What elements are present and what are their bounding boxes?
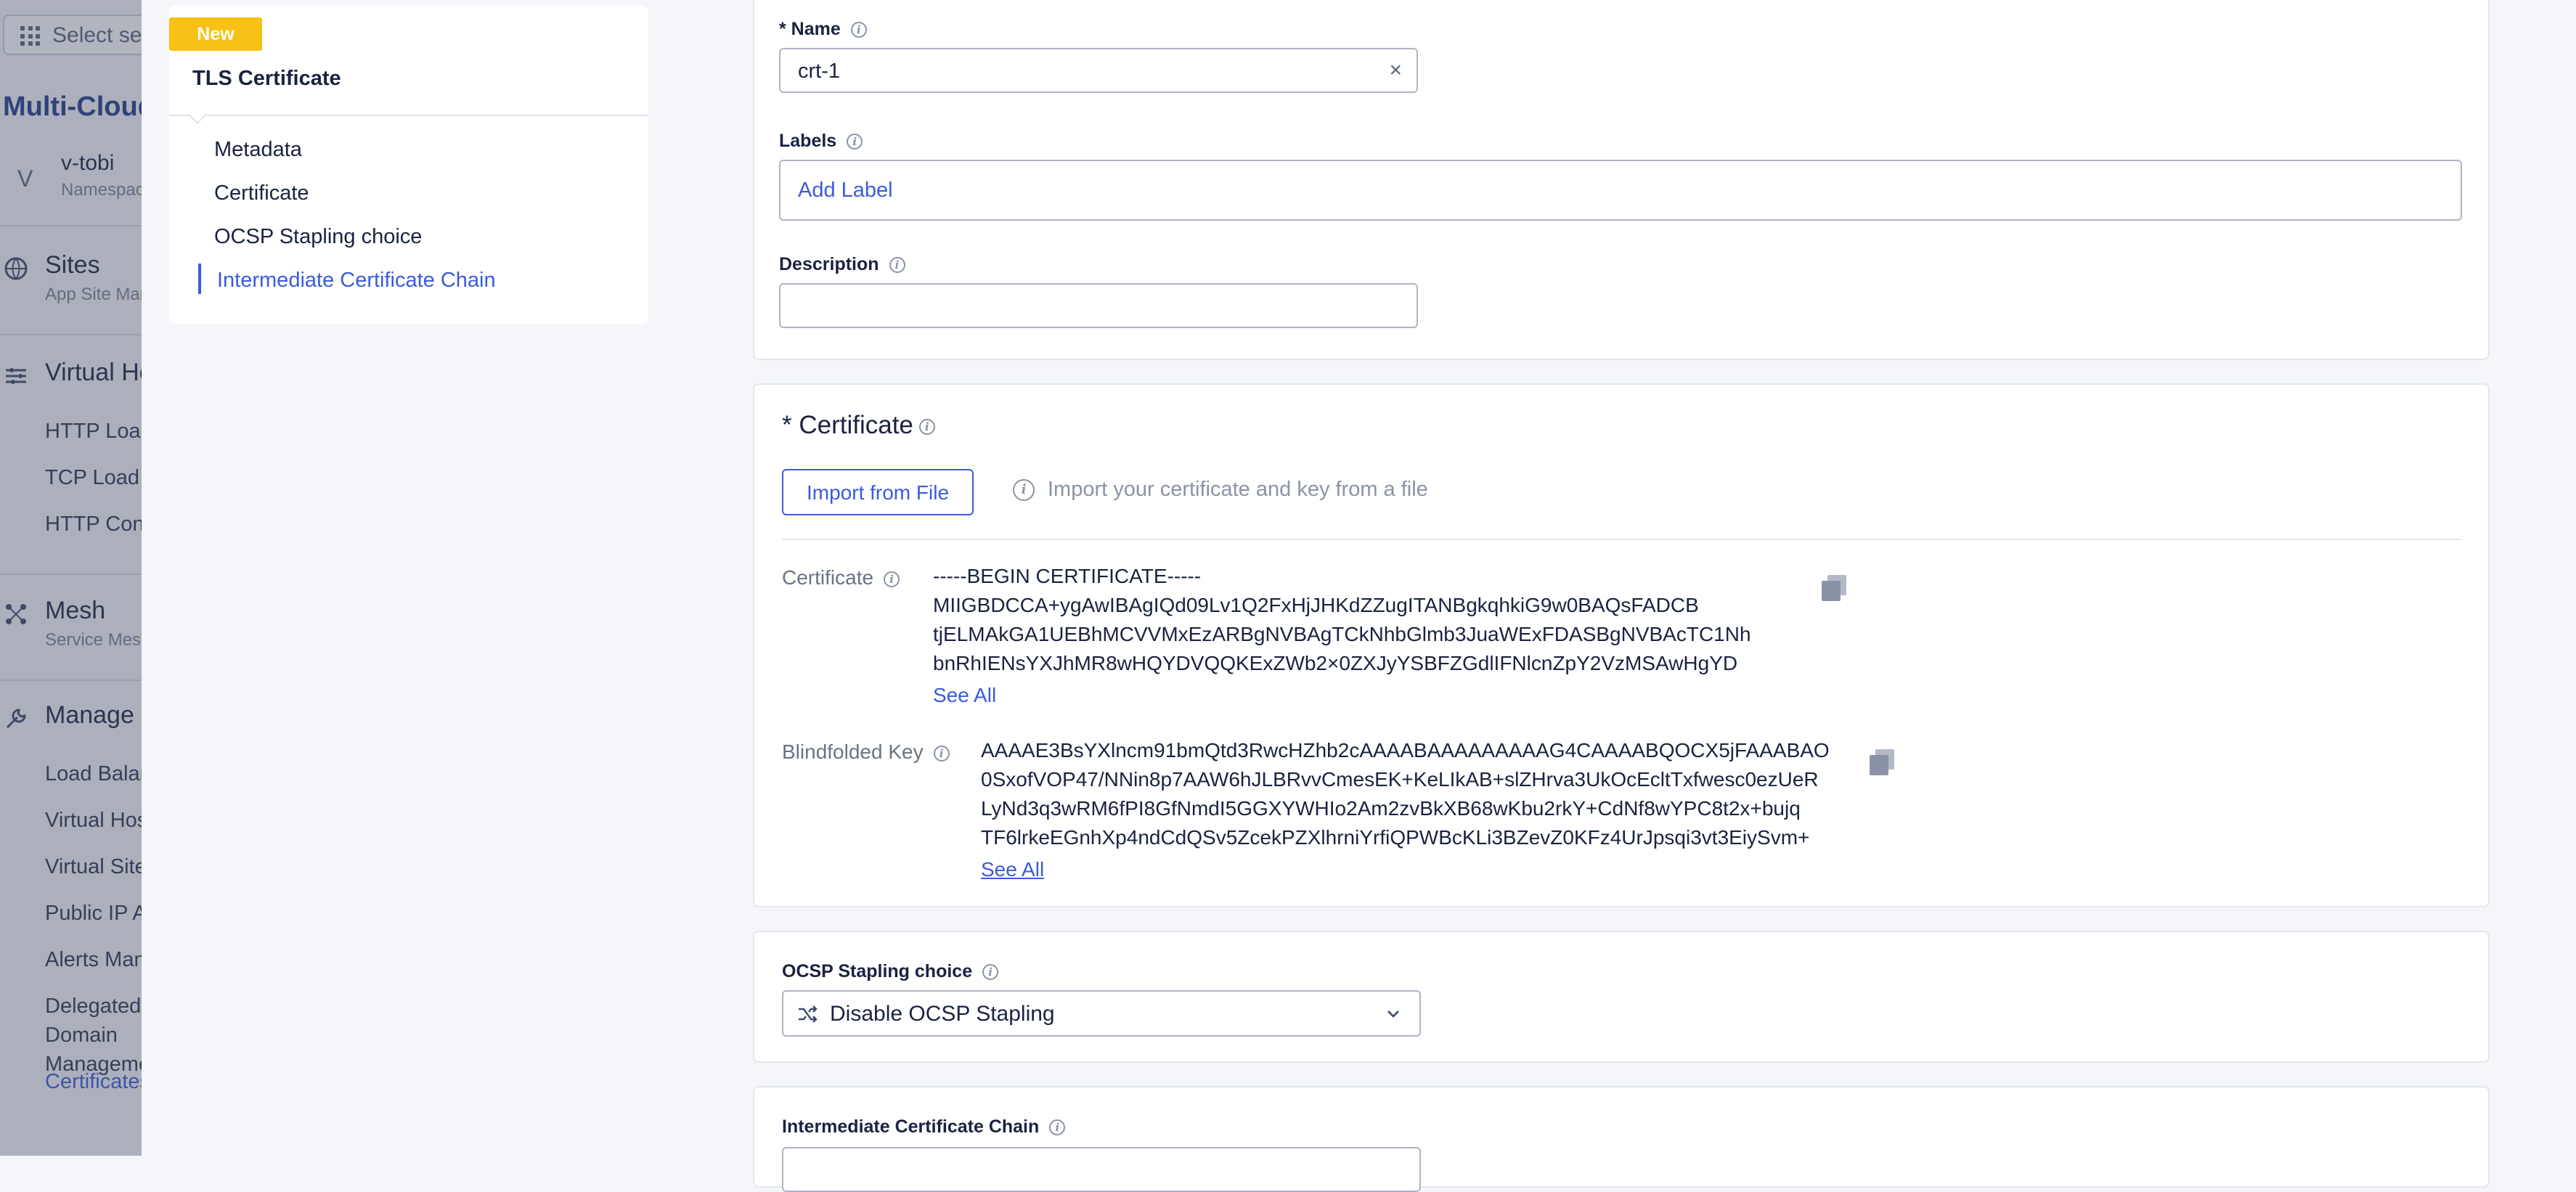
info-icon: i <box>1013 479 1035 501</box>
key-line: AAAAE3BsYXlncm91bmQtd3RwcHZhb2cAAAABAAAA… <box>981 739 1830 762</box>
shuffle-icon <box>799 1005 818 1023</box>
ocsp-selected-value: Disable OCSP Stapling <box>830 1002 1055 1026</box>
key-line: LyNd3q3wRM6fPI8GfNmdI5GGXYWHIo2Am2zvBkXB… <box>981 797 1801 820</box>
toc-item-ocsp[interactable]: OCSP Stapling choice <box>214 225 422 249</box>
description-label: Description i <box>779 254 905 275</box>
info-icon[interactable]: i <box>1049 1119 1066 1136</box>
import-hint: Import your certificate and key from a f… <box>1048 478 1428 501</box>
key-see-all-link[interactable]: See All <box>981 858 1044 881</box>
sidebar-section-subtitle: App Site Management <box>45 285 142 304</box>
sidebar-divider <box>0 225 142 226</box>
sidebar-section-title: Manage <box>45 701 134 729</box>
app-sidebar: Select service Multi-Cloud App Connect V… <box>0 0 142 1156</box>
certificate-line: tjELMAkGA1UEBhMCVVMxEzARBgNVBAgTCkNhbGlm… <box>933 623 1751 645</box>
intermediate-chain-label: Intermediate Certificate Chain i <box>782 1117 1066 1138</box>
certificate-card: * Certificate i Import from File i Import… <box>753 383 2490 907</box>
info-icon[interactable]: i <box>889 257 905 274</box>
sidebar-section-title: Mesh <box>45 597 106 624</box>
certificate-section-title: * Certificate i <box>782 411 935 440</box>
labels-placeholder: Add Label <box>798 179 893 202</box>
namespace-label: Namespace <box>61 180 142 200</box>
apps-grid-icon <box>20 26 41 46</box>
globe-icon <box>4 257 28 280</box>
form-title: TLS Certificate <box>192 67 341 90</box>
certificate-line: bnRhIENsYXJhMR8wHQYDVQQKExZWb2×0ZXJyYSBF… <box>933 652 1738 674</box>
description-input[interactable] <box>779 283 1418 328</box>
ocsp-label: OCSP Stapling choice i <box>782 961 999 982</box>
chevron-down-icon <box>1387 1011 1399 1018</box>
form-toc: New TLS Certificate Metadata Certificate… <box>169 6 648 324</box>
sidebar-divider <box>0 679 142 681</box>
import-from-file-button[interactable]: Import from File <box>782 469 974 515</box>
mesh-icon <box>6 604 26 624</box>
blindfolded-key-label: Blindfolded Key i <box>782 740 950 764</box>
toc-item-certificate[interactable]: Certificate <box>214 181 309 205</box>
info-icon[interactable]: i <box>982 964 999 981</box>
sidebar-divider <box>0 573 142 575</box>
tls-certificate-drawer: New TLS Certificate Metadata Certificate… <box>142 0 2576 1192</box>
toc-active-indicator <box>198 264 201 294</box>
sidebar-item-certificates[interactable]: Certificates <box>45 1067 142 1096</box>
toc-item-intermediate-chain[interactable]: Intermediate Certificate Chain <box>217 269 496 293</box>
certificate-see-all-link[interactable]: See All <box>933 684 996 707</box>
labels-label: Labels i <box>779 131 863 152</box>
name-value: crt-1 <box>798 60 840 83</box>
sidebar-section-title: Virtual Hosts <box>45 359 142 386</box>
sliders-icon <box>6 368 26 384</box>
certificate-line: MIIGBDCCA+ygAwIBAgIQd09Lv1Q2FxHjJHKdZZug… <box>933 594 1699 616</box>
key-line: TF6lrkeEGnhXp4ndCdQSv5ZcekPZXlhrniYrfiQP… <box>981 826 1810 849</box>
toc-divider <box>169 115 648 116</box>
sidebar-divider <box>0 334 142 335</box>
info-icon[interactable]: i <box>933 745 950 762</box>
metadata-card: * Name i crt-1 × Labels i Add Label Descri… <box>753 0 2490 360</box>
sidebar-item-virtual-sites[interactable]: Virtual Sites <box>45 852 142 881</box>
certificate-label: Certificate i <box>782 566 900 589</box>
intermediate-chain-input[interactable] <box>782 1147 1421 1192</box>
product-title: Multi-Cloud App Connect <box>3 91 142 122</box>
sidebar-item-http-load-balancers[interactable]: HTTP Load Balancers <box>45 417 142 446</box>
sidebar-section-title: Sites <box>45 251 100 279</box>
info-icon[interactable]: i <box>850 22 867 38</box>
wrench-icon <box>6 709 26 729</box>
copy-icon[interactable] <box>1822 575 1846 601</box>
clear-icon[interactable]: × <box>1389 58 1402 83</box>
toc-item-metadata[interactable]: Metadata <box>214 138 302 162</box>
select-service-label: Select service <box>52 23 142 47</box>
sidebar-section-subtitle: Service Mesh <box>45 630 142 650</box>
key-line: 0SxofVOP47/NNin8p7AAW6hJLBRvvCmesEK+KeLI… <box>981 768 1819 791</box>
sidebar-item-http-connect-proxies[interactable]: HTTP Connect Proxies <box>45 510 142 539</box>
sidebar-item-delegated-domain[interactable]: Delegated Domain Management <box>45 992 142 1079</box>
name-input[interactable]: crt-1 × <box>779 48 1418 93</box>
intermediate-chain-card: Intermediate Certificate Chain i <box>753 1086 2490 1192</box>
copy-icon[interactable] <box>1870 749 1894 775</box>
ocsp-card: OCSP Stapling choice i Disable OCSP Stapl… <box>753 931 2490 1063</box>
sidebar-item-tcp-load-balancers[interactable]: TCP Load Balancers <box>45 463 142 492</box>
sidebar-item-public-ip[interactable]: Public IP Addresses <box>45 899 142 928</box>
sidebar-item-load-balancers[interactable]: Load Balancers <box>45 759 142 788</box>
name-label: * Name i <box>779 19 867 40</box>
info-icon[interactable]: i <box>884 571 900 587</box>
info-icon[interactable]: i <box>847 134 863 150</box>
labels-input[interactable]: Add Label <box>779 160 2462 221</box>
new-badge: New <box>169 17 262 51</box>
ocsp-select[interactable]: Disable OCSP Stapling <box>782 990 1421 1037</box>
namespace-name[interactable]: v-tobi <box>61 151 114 176</box>
select-service-button[interactable]: Select service <box>3 15 142 55</box>
certificate-line: -----BEGIN CERTIFICATE----- <box>933 565 1202 587</box>
info-icon[interactable]: i <box>918 418 935 435</box>
namespace-avatar: V <box>17 166 33 192</box>
certificate-divider <box>782 539 2461 540</box>
sidebar-item-virtual-hosts[interactable]: Virtual Hosts <box>45 806 142 835</box>
toc-pointer <box>188 105 207 124</box>
sidebar-item-alerts[interactable]: Alerts Management <box>45 945 142 974</box>
